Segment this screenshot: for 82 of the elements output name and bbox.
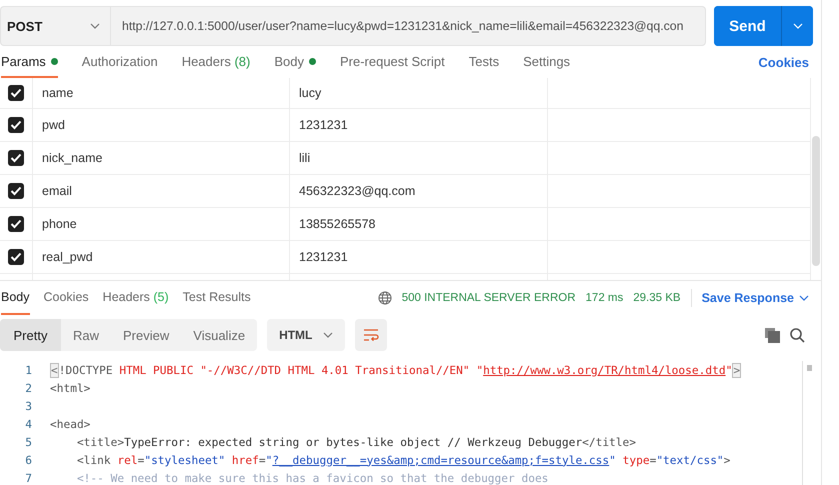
scrollbar-thumb[interactable] xyxy=(807,365,812,371)
checkbox[interactable] xyxy=(8,150,24,166)
code-string: "stylesheet" xyxy=(144,454,226,466)
view-mode-tab[interactable]: Raw xyxy=(61,319,112,351)
code-tag: = xyxy=(138,454,144,466)
response-tab[interactable]: Test Results xyxy=(182,281,251,315)
method-select[interactable]: POST xyxy=(0,6,110,46)
view-mode-tab[interactable]: Preview xyxy=(111,319,182,351)
param-key: nick_name xyxy=(42,151,102,165)
response-tab[interactable]: Body xyxy=(1,281,30,315)
checkbox[interactable] xyxy=(8,183,24,199)
request-tab[interactable]: Tests xyxy=(468,46,500,78)
param-key: name xyxy=(42,86,74,100)
response-size: 29.35 KB xyxy=(633,292,681,304)
wrap-lines-button[interactable] xyxy=(355,319,388,351)
line-number: 4 xyxy=(24,418,32,430)
code-tag: </title> xyxy=(582,436,636,448)
line-number: 6 xyxy=(24,454,32,466)
response-time: 172 ms xyxy=(586,292,624,304)
code-attribute: rel xyxy=(117,454,138,466)
wrap-lines-icon xyxy=(363,328,380,342)
param-key: pwd xyxy=(42,118,65,132)
format-select[interactable]: HTML xyxy=(267,319,346,351)
code-tag: = xyxy=(258,454,266,466)
checkbox[interactable] xyxy=(8,117,24,133)
chevron-icon xyxy=(792,23,802,29)
code-bracket: < xyxy=(50,362,59,378)
chevron-icon xyxy=(323,332,334,338)
request-tab[interactable]: Pre-request Script xyxy=(340,46,445,78)
code-comment: <!-- We need to make sure this has a favicon so that the debugger does xyxy=(76,472,548,484)
code-attribute: href xyxy=(230,454,259,466)
code-string: " xyxy=(266,454,272,466)
search-icon[interactable] xyxy=(790,328,805,342)
request-tab[interactable]: Headers (8) xyxy=(182,46,250,78)
view-mode-tab[interactable]: Pretty xyxy=(0,319,61,351)
code-tag: <title> xyxy=(50,436,124,448)
request-tab[interactable]: Params xyxy=(1,46,58,78)
line-number: 3 xyxy=(24,400,32,412)
code-tag: <link xyxy=(50,454,118,466)
param-value: lucy xyxy=(299,86,322,100)
code-tag: = xyxy=(650,454,656,466)
param-value: 456322323@qq.com xyxy=(299,184,416,198)
param-value: 1231231 xyxy=(299,250,348,264)
code-string: "text/css" xyxy=(656,454,724,466)
url-field[interactable]: http://127.0.0.1:5000/user/user?name=lucy&pwd=1231231&nick_name=lili&email=456322323@qq.con xyxy=(110,6,706,46)
code-text: TypeError: expected string or bytes-like object // Werkzeug Debugger xyxy=(124,436,582,448)
response-tab[interactable]: Headers (5) xyxy=(102,281,169,315)
param-value: lili xyxy=(299,151,310,165)
chevron-icon xyxy=(90,23,100,29)
view-mode-tab[interactable]: Visualize xyxy=(181,319,258,351)
code-keyword: HTML PUBLIC "-//W3C//DTD HTML 4.01 Transitional//EN" " xyxy=(118,364,484,376)
param-key: phone xyxy=(42,217,77,231)
line-number: 2 xyxy=(24,382,32,394)
code-tag: <head> xyxy=(50,418,90,430)
line-number: 5 xyxy=(24,436,32,448)
globe-icon xyxy=(378,291,392,305)
cookies-link[interactable]: Cookies xyxy=(758,54,809,70)
response-tab[interactable]: Cookies xyxy=(44,281,89,315)
line-number: 7 xyxy=(24,472,32,484)
request-tab[interactable]: Settings xyxy=(523,46,570,78)
copy-icon[interactable] xyxy=(765,328,780,342)
param-value: 13855265578 xyxy=(299,217,376,231)
code-tag: !DOCTYPE xyxy=(58,364,113,376)
code-bracket: > xyxy=(732,362,742,378)
checkbox[interactable] xyxy=(8,85,24,101)
request-tab[interactable]: Authorization xyxy=(82,46,158,78)
status-code: 500 INTERNAL SERVER ERROR xyxy=(402,292,576,304)
save-response-link[interactable]: Save Response xyxy=(702,291,794,305)
scrollbar-thumb[interactable] xyxy=(812,136,820,266)
request-tab[interactable]: Body xyxy=(274,46,316,78)
param-value: 1231231 xyxy=(299,118,348,132)
code-string: " xyxy=(609,454,616,466)
code-tag: > xyxy=(724,454,730,466)
code-attribute: type xyxy=(622,454,650,466)
line-number: 1 xyxy=(24,364,32,376)
chevron-icon xyxy=(799,295,809,301)
checkbox[interactable] xyxy=(8,249,24,265)
param-key: email xyxy=(42,184,72,198)
checkbox[interactable] xyxy=(8,216,24,232)
code-tag: <html> xyxy=(50,382,90,394)
param-key: real_pwd xyxy=(42,250,93,264)
code-keyword: " xyxy=(726,364,732,376)
